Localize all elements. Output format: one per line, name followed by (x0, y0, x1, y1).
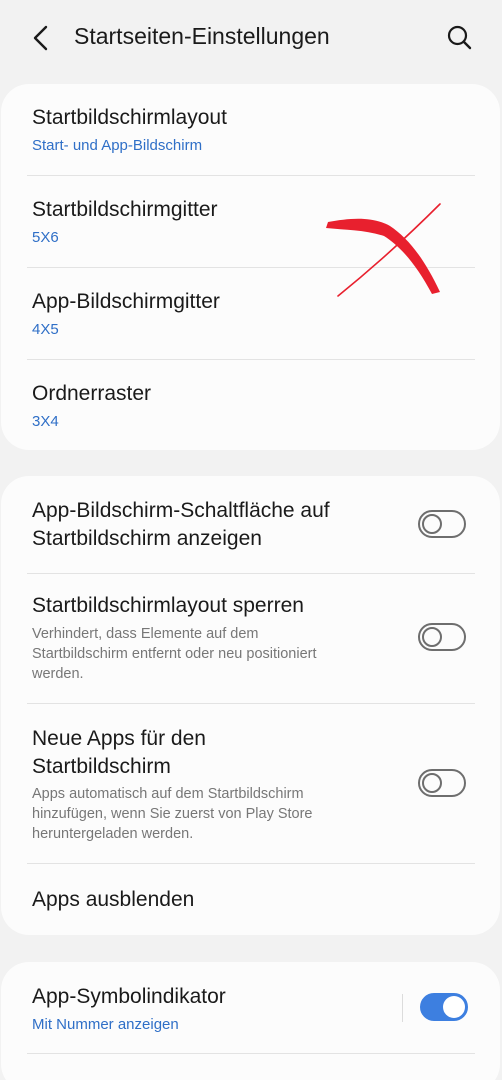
red-cross-annotation (326, 203, 441, 297)
toggle-knob (443, 996, 465, 1018)
setting-title-line2: Startbildschirm anzeigen (32, 527, 262, 550)
setting-description-line1: Apps automatisch auf dem Startbildschirm (32, 786, 304, 802)
setting-title: Apps ausblenden (32, 888, 195, 911)
setting-value: Mit Nummer anzeigen (32, 1016, 179, 1033)
setting-value: Start- und App-Bildschirm (32, 137, 203, 154)
toggle-knob (422, 773, 442, 793)
setting-title-line2: Startbildschirm (32, 755, 171, 778)
setting-apps-button[interactable]: App-Bildschirm-Schaltfläche auf Startbil… (1, 476, 500, 573)
setting-home-layout[interactable]: Startbildschirmlayout Start- und App-Bil… (1, 84, 500, 176)
search-icon[interactable] (444, 22, 476, 54)
setting-hide-apps[interactable]: Apps ausblenden (1, 864, 500, 935)
setting-title: Startbildschirmgitter (32, 198, 218, 221)
setting-description-line2: Startbildschirm entfernt oder neu positi… (32, 646, 317, 662)
page-title: Startseiten-Einstellungen (74, 23, 330, 49)
app-bar: Startseiten-Einstellungen (0, 0, 502, 76)
toggle-knob (422, 514, 442, 534)
setting-value: 4X5 (32, 321, 59, 338)
vertical-separator (402, 994, 403, 1022)
setting-lock-layout[interactable]: Startbildschirmlayout sperren Verhindert… (1, 574, 500, 703)
badge-settings-card: App-Symbolindikator Mit Nummer anzeigen (1, 962, 500, 1080)
lock-layout-toggle[interactable] (418, 623, 466, 651)
setting-app-icon-badges[interactable]: App-Symbolindikator Mit Nummer anzeigen (1, 962, 500, 1054)
apps-button-toggle[interactable] (418, 510, 466, 538)
divider (27, 1053, 475, 1054)
setting-value: 3X4 (32, 413, 59, 430)
setting-title-line1: App-Bildschirm-Schaltfläche auf (32, 499, 330, 522)
setting-title: App-Symbolindikator (32, 985, 226, 1008)
setting-title: Ordnerraster (32, 382, 152, 405)
setting-description-line3: werden. (32, 666, 84, 682)
setting-description-line2: hinzufügen, wenn Sie zuerst von Play Sto… (32, 806, 313, 822)
setting-title: App-Bildschirmgitter (32, 290, 220, 313)
toggle-knob (422, 627, 442, 647)
new-apps-toggle[interactable] (418, 769, 466, 797)
setting-title: Startbildschirmlayout sperren (32, 594, 304, 617)
setting-new-apps[interactable]: Neue Apps für den Startbildschirm Apps a… (1, 704, 500, 863)
setting-description-line3: heruntergeladen werden. (32, 826, 194, 842)
setting-description-line1: Verhindert, dass Elemente auf dem (32, 626, 259, 642)
home-options-card: App-Bildschirm-Schaltfläche auf Startbil… (1, 476, 500, 935)
app-icon-badges-toggle[interactable] (420, 993, 468, 1021)
setting-title-line1: Neue Apps für den (32, 727, 206, 750)
back-arrow-icon[interactable] (26, 22, 56, 54)
setting-title: Startbildschirmlayout (32, 106, 227, 129)
setting-value: 5X6 (32, 229, 59, 246)
setting-folder-grid[interactable]: Ordnerraster 3X4 (1, 360, 500, 450)
